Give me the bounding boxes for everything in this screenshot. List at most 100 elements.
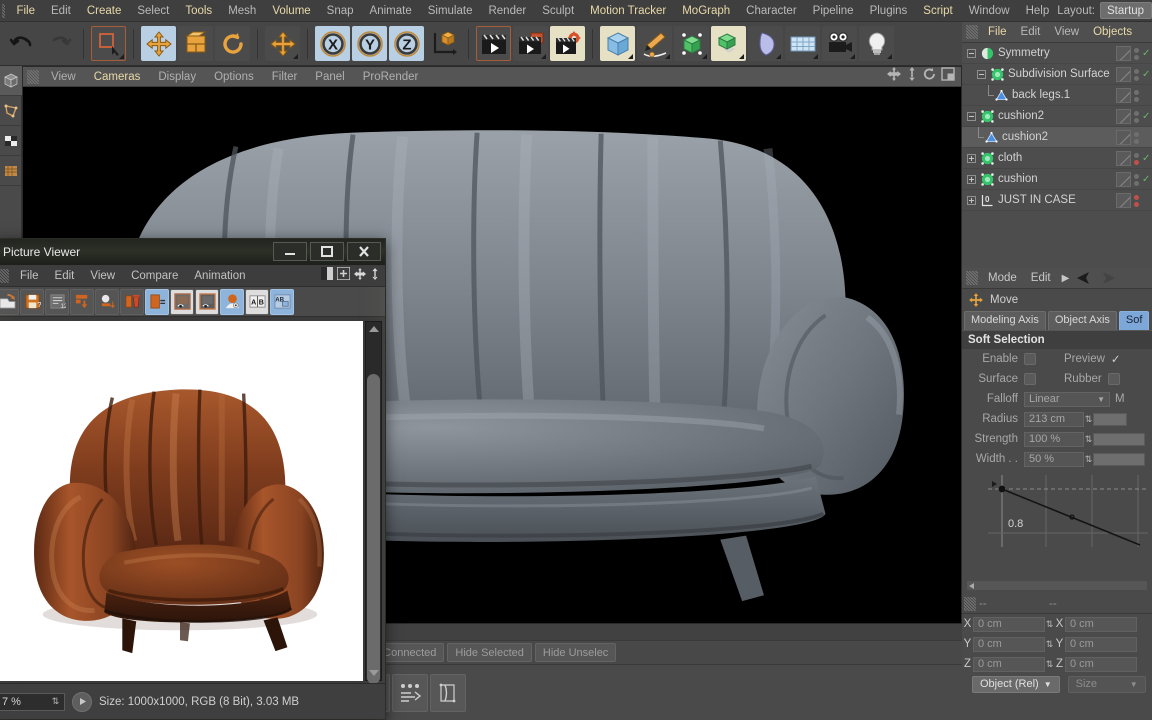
falloff-dropdown[interactable]: Linear ▼ <box>1024 391 1110 407</box>
zoom-level-field[interactable]: 7 % ⇅ <box>0 692 65 711</box>
split-view-icon[interactable] <box>321 266 333 285</box>
render-settings-icon[interactable] <box>550 26 585 61</box>
picture-viewer-window[interactable]: Picture Viewer File Edit View Compare An… <box>0 238 386 720</box>
viewport-menu-view[interactable]: View <box>42 67 85 87</box>
menu-simulate[interactable]: Simulate <box>420 0 481 22</box>
pan-icon[interactable] <box>354 267 366 285</box>
viewport-menu-filter[interactable]: Filter <box>263 67 307 87</box>
redo-icon[interactable] <box>41 26 76 61</box>
rotate-tool-icon[interactable] <box>215 26 250 61</box>
material-tag-icon[interactable] <box>1116 88 1131 103</box>
scroll-up-arrow-icon[interactable] <box>369 326 379 332</box>
scale-tool-icon[interactable] <box>178 26 213 61</box>
send-to-icon[interactable] <box>70 288 94 315</box>
move-duplicate-icon[interactable] <box>265 26 300 61</box>
menu-plugins[interactable]: Plugins <box>862 0 916 22</box>
width-stepper[interactable]: ⇅ <box>1084 453 1093 466</box>
menu-mograph[interactable]: MoGraph <box>674 0 738 22</box>
viewport-menu-options[interactable]: Options <box>205 67 263 87</box>
model-mode-icon[interactable] <box>0 66 22 96</box>
menu-character[interactable]: Character <box>738 0 805 22</box>
render-view-icon[interactable] <box>476 26 511 61</box>
render-region-icon[interactable] <box>513 26 548 61</box>
scrollbar-thumb[interactable] <box>367 374 380 684</box>
save-icon[interactable]: ? <box>20 288 44 315</box>
visibility-dots-icon[interactable] <box>1134 131 1139 144</box>
menu-create[interactable]: Create <box>79 0 130 22</box>
spline-pen-icon[interactable] <box>637 26 672 61</box>
region-b-icon[interactable] <box>195 288 219 315</box>
menu-file[interactable]: File <box>8 0 43 22</box>
position-z-stepper[interactable]: ⇅ <box>1045 658 1054 671</box>
world-object-axis-icon[interactable] <box>426 26 461 61</box>
radius-slider[interactable] <box>1093 412 1127 426</box>
object-row-cushion2-generator[interactable]: cushion2 ✓ <box>962 106 1152 127</box>
deformer-icon[interactable] <box>748 26 783 61</box>
visibility-dots-icon[interactable] <box>1134 110 1139 123</box>
picture-viewer-menu-view[interactable]: View <box>82 265 123 287</box>
viewport-menu-panel[interactable]: Panel <box>306 67 353 87</box>
region-a-icon[interactable] <box>170 288 194 315</box>
expand-toggle-icon[interactable] <box>967 48 976 58</box>
ab-diff-icon[interactable]: AB <box>270 288 294 315</box>
pan-icon[interactable] <box>887 67 901 86</box>
enable-checkbox[interactable] <box>1024 353 1036 365</box>
maximize-view-icon[interactable] <box>941 67 955 86</box>
axis-y-icon[interactable]: Y <box>352 26 387 61</box>
axis-z-icon[interactable]: Z <box>389 26 424 61</box>
object-row-cushion2-mesh[interactable]: cushion2 ✓ <box>962 126 1152 148</box>
close-button[interactable] <box>347 242 381 261</box>
position-x-field[interactable]: 0 cm <box>973 616 1045 632</box>
render-queue-icon[interactable] <box>95 288 119 315</box>
move-tool-icon[interactable] <box>141 26 176 61</box>
picture-viewer-menu-grip[interactable] <box>0 268 9 283</box>
object-row-subdivision-surface[interactable]: Subdivision Surface ✓ <box>962 64 1152 85</box>
live-selection-icon[interactable] <box>91 26 126 61</box>
object-row-just-in-case[interactable]: 0 JUST IN CASE ✓ <box>962 190 1152 211</box>
vertical-resize-icon[interactable] <box>370 267 380 285</box>
material-tag-icon[interactable] <box>1116 130 1131 145</box>
object-manager-menu-objects[interactable]: Objects <box>1086 22 1139 43</box>
menu-select[interactable]: Select <box>129 0 177 22</box>
hide-unselected-button[interactable]: Hide Unselec <box>534 643 617 662</box>
expand-toggle-icon[interactable] <box>967 174 976 184</box>
maximize-button[interactable] <box>310 242 344 261</box>
position-z-field[interactable]: 0 cm <box>973 656 1045 672</box>
radius-field[interactable]: 213 cm <box>1024 411 1084 427</box>
add-cube-icon[interactable] <box>600 26 635 61</box>
expand-toggle-icon[interactable] <box>977 69 986 79</box>
enabled-check-icon[interactable]: ✓ <box>1142 153 1150 164</box>
enabled-check-icon[interactable]: ✓ <box>1142 48 1150 59</box>
material-tag-icon[interactable] <box>1116 151 1131 166</box>
menu-animate[interactable]: Animate <box>362 0 420 22</box>
visibility-dots-icon[interactable] <box>1134 47 1139 60</box>
play-button[interactable] <box>72 691 92 712</box>
object-manager-menu-file[interactable]: File <box>981 22 1014 43</box>
edges-mode-icon[interactable] <box>0 126 22 156</box>
strength-stepper[interactable]: ⇅ <box>1084 433 1093 446</box>
picture-viewer-menu-compare[interactable]: Compare <box>123 265 186 287</box>
back-arrow-icon[interactable] <box>1075 271 1095 285</box>
material-tag-icon[interactable] <box>1116 172 1131 187</box>
width-field[interactable]: 50 % <box>1024 451 1084 467</box>
size-z-field[interactable]: 0 cm <box>1065 656 1137 672</box>
light-icon[interactable] <box>859 26 894 61</box>
menu-sculpt[interactable]: Sculpt <box>534 0 582 22</box>
picture-viewer-title-bar[interactable]: Picture Viewer <box>0 239 385 265</box>
menu-tools[interactable]: Tools <box>177 0 220 22</box>
picture-viewer-vertical-scrollbar[interactable] <box>365 321 382 684</box>
picture-viewer-menu-file[interactable]: File <box>12 265 47 287</box>
position-y-field[interactable]: 0 cm <box>973 636 1045 652</box>
zoom-stepper[interactable]: ⇅ <box>51 695 60 708</box>
hide-selected-button[interactable]: Hide Selected <box>447 643 532 662</box>
menubar-grip[interactable] <box>2 3 6 18</box>
environment-icon[interactable] <box>785 26 820 61</box>
dolly-icon[interactable] <box>905 67 919 86</box>
delete-all-icon[interactable] <box>145 288 169 315</box>
minimize-button[interactable] <box>273 242 307 261</box>
menu-volume[interactable]: Volume <box>264 0 318 22</box>
width-slider[interactable] <box>1093 452 1145 466</box>
viewport-menu-prorender[interactable]: ProRender <box>354 67 428 87</box>
layout-dropdown[interactable]: Startup <box>1100 2 1152 19</box>
tab-modeling-axis[interactable]: Modeling Axis <box>964 311 1046 330</box>
